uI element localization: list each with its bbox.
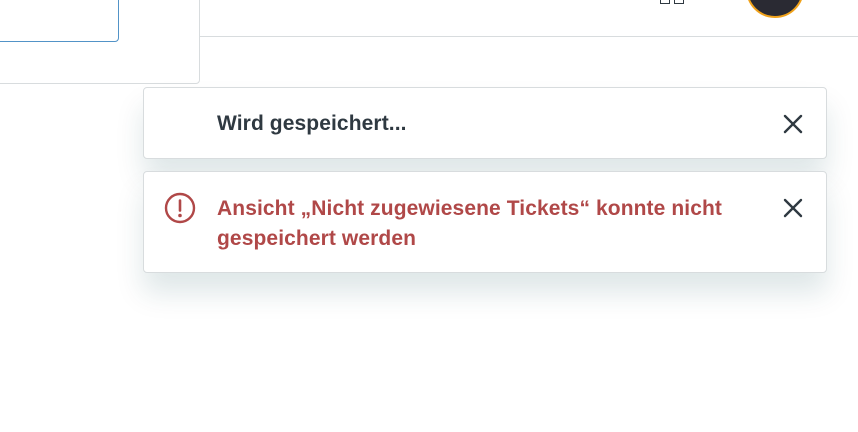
saving-message: Wird gespeichert... [217,112,407,135]
app-stage: Wird gespeichert... Ansicht „Nicht zugew… [0,0,858,432]
user-avatar[interactable] [746,0,804,18]
close-error-notification-button[interactable] [782,197,804,219]
apps-grid-cell [660,0,670,4]
apps-grid-icon[interactable] [660,0,688,6]
error-notification: Ansicht „Nicht zugewiesene Tickets“ konn… [143,171,827,273]
left-input-field[interactable] [0,0,119,42]
close-icon [783,198,803,218]
saving-notification: Wird gespeichert... [143,87,827,159]
close-saving-notification-button[interactable] [782,113,804,135]
apps-grid-cell [674,0,684,4]
alert-circle-icon [164,192,196,224]
close-icon [783,114,803,134]
error-message: Ansicht „Nicht zugewiesene Tickets“ konn… [217,197,723,250]
